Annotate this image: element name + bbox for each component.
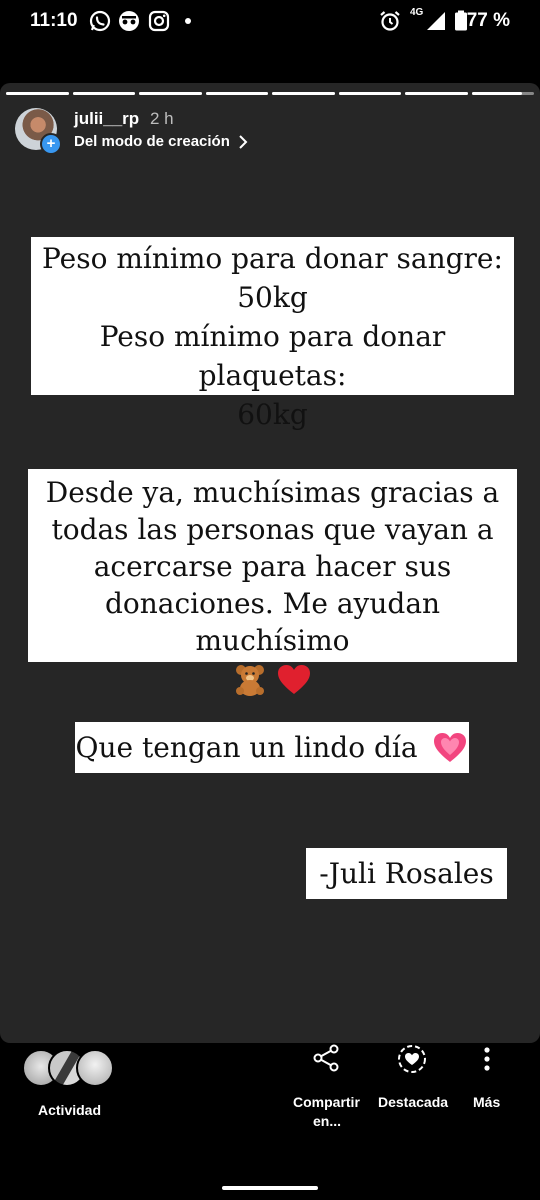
- progress-segment: [338, 92, 401, 95]
- battery-percentage: 77 %: [466, 10, 510, 31]
- network-type-label: 4G: [410, 7, 424, 18]
- story-time-ago: 2 h: [150, 109, 174, 128]
- dot-icon: [185, 18, 191, 24]
- progress-fill: [405, 92, 468, 95]
- progress-segment: [6, 92, 69, 95]
- story-action-bar: Actividad Compartir en... Destacada Más: [0, 1043, 540, 1200]
- caption-text: Que tengan un lindo día: [75, 731, 418, 764]
- more-vertical-icon[interactable]: [477, 1045, 497, 1075]
- caption-emoji-line: [28, 659, 517, 696]
- caption-line: acercarse para hacer sus: [93, 550, 452, 583]
- progress-segment: [272, 92, 335, 95]
- progress-segment: [72, 92, 135, 95]
- pink-heart-emoji: [434, 732, 467, 762]
- teddy-bear-emoji: [236, 664, 265, 696]
- status-time: 11:10: [30, 10, 78, 31]
- progress-fill: [471, 92, 522, 95]
- caption-line: Peso mínimo para donar sangre:: [42, 242, 503, 275]
- alarm-icon: [380, 11, 400, 31]
- story-progress-bar: [6, 92, 534, 95]
- progress-segment: [471, 92, 534, 95]
- home-indicator[interactable]: [222, 1186, 318, 1190]
- story-username[interactable]: julii__rp: [74, 109, 139, 129]
- caption-line: Peso mínimo para donar plaquetas:: [99, 320, 446, 392]
- caption-line: todas las personas que vayan a: [51, 513, 494, 546]
- highlight-label[interactable]: Destacada: [378, 1094, 448, 1110]
- share-label[interactable]: Compartir: [293, 1094, 360, 1110]
- caption-line: donaciones. Me ayudan muchísimo: [104, 587, 441, 657]
- signal-4g-icon: [427, 12, 445, 30]
- activity-label[interactable]: Actividad: [38, 1102, 101, 1118]
- caption-line: 60kg: [237, 398, 308, 431]
- caption-line: Desde ya, muchísimas gracias a: [45, 476, 500, 509]
- share-label-continued[interactable]: en...: [313, 1113, 341, 1129]
- progress-segment: [405, 92, 468, 95]
- avatar: [76, 1049, 114, 1087]
- add-story-icon[interactable]: +: [40, 133, 62, 155]
- whatsapp-icon: [89, 10, 111, 32]
- activity-avatars[interactable]: [22, 1049, 114, 1087]
- progress-fill: [338, 92, 401, 95]
- progress-segment: [139, 92, 202, 95]
- instagram-icon: [148, 10, 170, 32]
- incognito-icon: [119, 11, 139, 31]
- highlight-icon[interactable]: [396, 1043, 428, 1075]
- progress-segment: [205, 92, 268, 95]
- share-icon[interactable]: [311, 1043, 341, 1073]
- chevron-right-icon[interactable]: [236, 134, 250, 150]
- caption-text: -Juli Rosales: [319, 857, 494, 890]
- progress-fill: [272, 92, 335, 95]
- story-viewer[interactable]: + julii__rp 2 h Del modo de creación Pes…: [0, 83, 540, 1043]
- status-bar: 11:10 4G 77 %: [0, 0, 540, 44]
- caption-thanks: Desde ya, muchísimas gracias a todas las…: [28, 469, 517, 696]
- progress-fill: [72, 92, 135, 95]
- caption-line: 50kg: [237, 281, 308, 314]
- red-heart-emoji: [277, 664, 310, 694]
- progress-fill: [139, 92, 202, 95]
- progress-fill: [6, 92, 69, 95]
- caption-nice-day: Que tengan un lindo día: [75, 722, 469, 773]
- progress-fill: [205, 92, 268, 95]
- create-mode-link[interactable]: Del modo de creación: [74, 133, 230, 150]
- caption-signature: -Juli Rosales: [306, 848, 507, 899]
- caption-donation-weights: Peso mínimo para donar sangre: 50kg Peso…: [31, 237, 514, 431]
- more-label[interactable]: Más: [473, 1094, 500, 1110]
